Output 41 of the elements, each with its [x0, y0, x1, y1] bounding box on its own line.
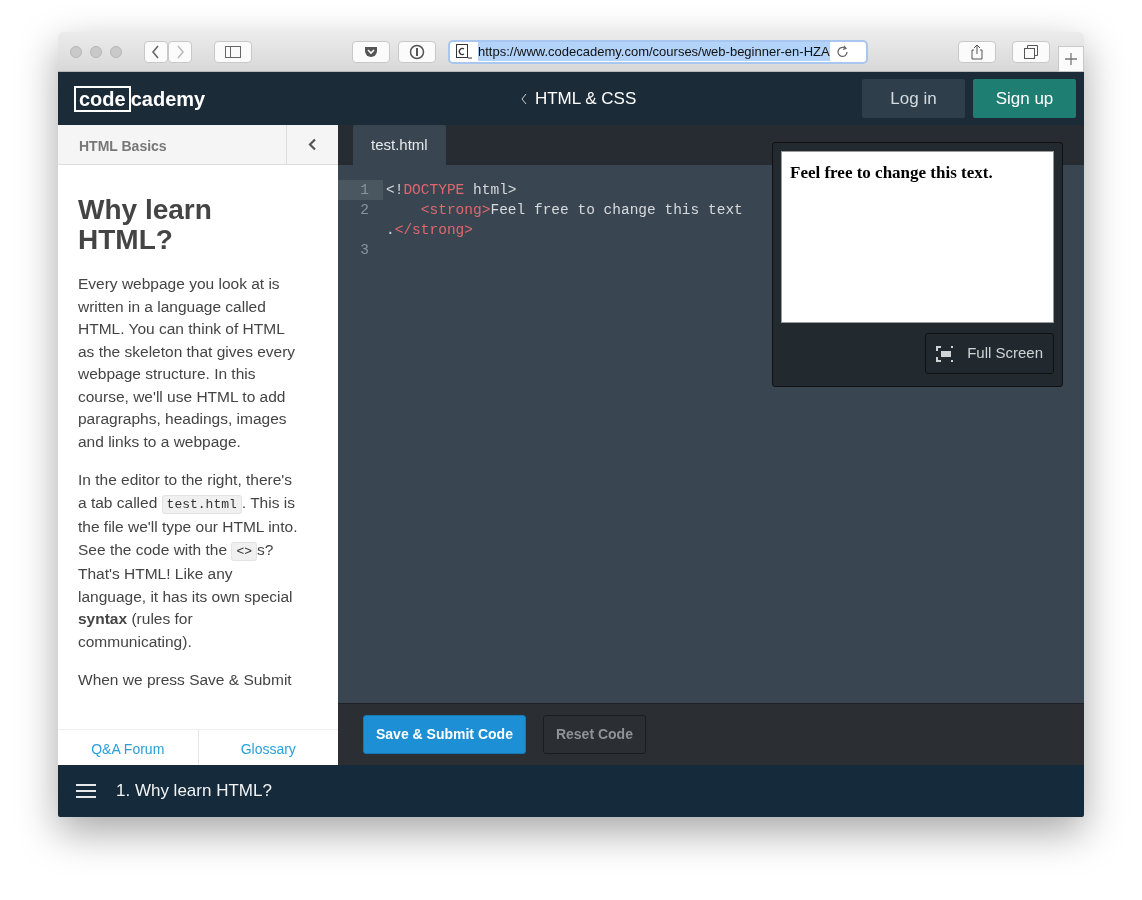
unit-title: HTML Basics [78, 137, 168, 156]
tabs-button[interactable] [1012, 40, 1050, 63]
pocket-button[interactable] [352, 40, 390, 63]
sidebar-icon [225, 45, 241, 58]
lesson-paragraph: When we press Save & Submit [78, 670, 293, 690]
sidebar-button[interactable] [214, 40, 252, 63]
code-line: <!DOCTYPE html> [385, 181, 517, 200]
reload-icon[interactable] [835, 44, 850, 59]
full-screen-icon [936, 345, 954, 362]
plus-icon [1065, 52, 1077, 65]
lesson-name[interactable]: 1. Why learn HTML? [116, 778, 272, 804]
sign-up-button[interactable]: Sign up [973, 79, 1076, 118]
menu-icon[interactable] [76, 783, 96, 799]
address-field[interactable]: https://www.codecademy.com/courses/web-beginner-en-HZA [448, 39, 868, 64]
full-screen-button[interactable]: Full Screen [925, 333, 1054, 374]
site-icon [456, 43, 472, 60]
code-line: <strong>Feel free to change this text [419, 201, 743, 220]
lesson-paragraph: Every webpage you look at is written in a language called HTML. You can think of HTML as the skeleton that gives every webpage structure. In this course, we'll use HTML to add paragraphs, headings, images and links to a webpage. [78, 274, 297, 452]
course-link[interactable]: HTML & CSS [534, 85, 637, 112]
chevron-left-icon [308, 138, 317, 151]
share-icon [971, 43, 983, 60]
code-line: .</strong> [385, 221, 474, 240]
back-button[interactable] [144, 40, 168, 63]
submit-button[interactable]: Save & Submit Code [363, 715, 526, 754]
line-number: 1 [338, 180, 383, 200]
pocket-icon [364, 45, 378, 58]
reset-button[interactable]: Reset Code [542, 715, 646, 754]
file-tab[interactable]: test.html [353, 125, 446, 165]
logo[interactable]: code cademy [74, 83, 206, 114]
line-number: 3 [359, 241, 370, 260]
line-number: 2 [359, 201, 370, 220]
log-in-button[interactable]: Log in [862, 79, 965, 118]
lesson-paragraph: In the editor to the right, there's a tab called test.html . This is the file we'll type our HTML into. See the code with the <> s? That's HTML! Like any language, it has its own special syntax (rules for communicating). [78, 470, 298, 652]
preview-text: Feel free to change this text. [781, 151, 1054, 323]
new-tab-button[interactable] [1058, 45, 1084, 72]
chevron-right-icon [175, 44, 185, 59]
tabs-icon [1024, 44, 1038, 59]
lesson-title: Why learn HTML? [78, 195, 213, 255]
chevron-left-icon [151, 44, 161, 59]
password-button[interactable] [398, 40, 436, 63]
chevron-left-icon [520, 92, 527, 105]
